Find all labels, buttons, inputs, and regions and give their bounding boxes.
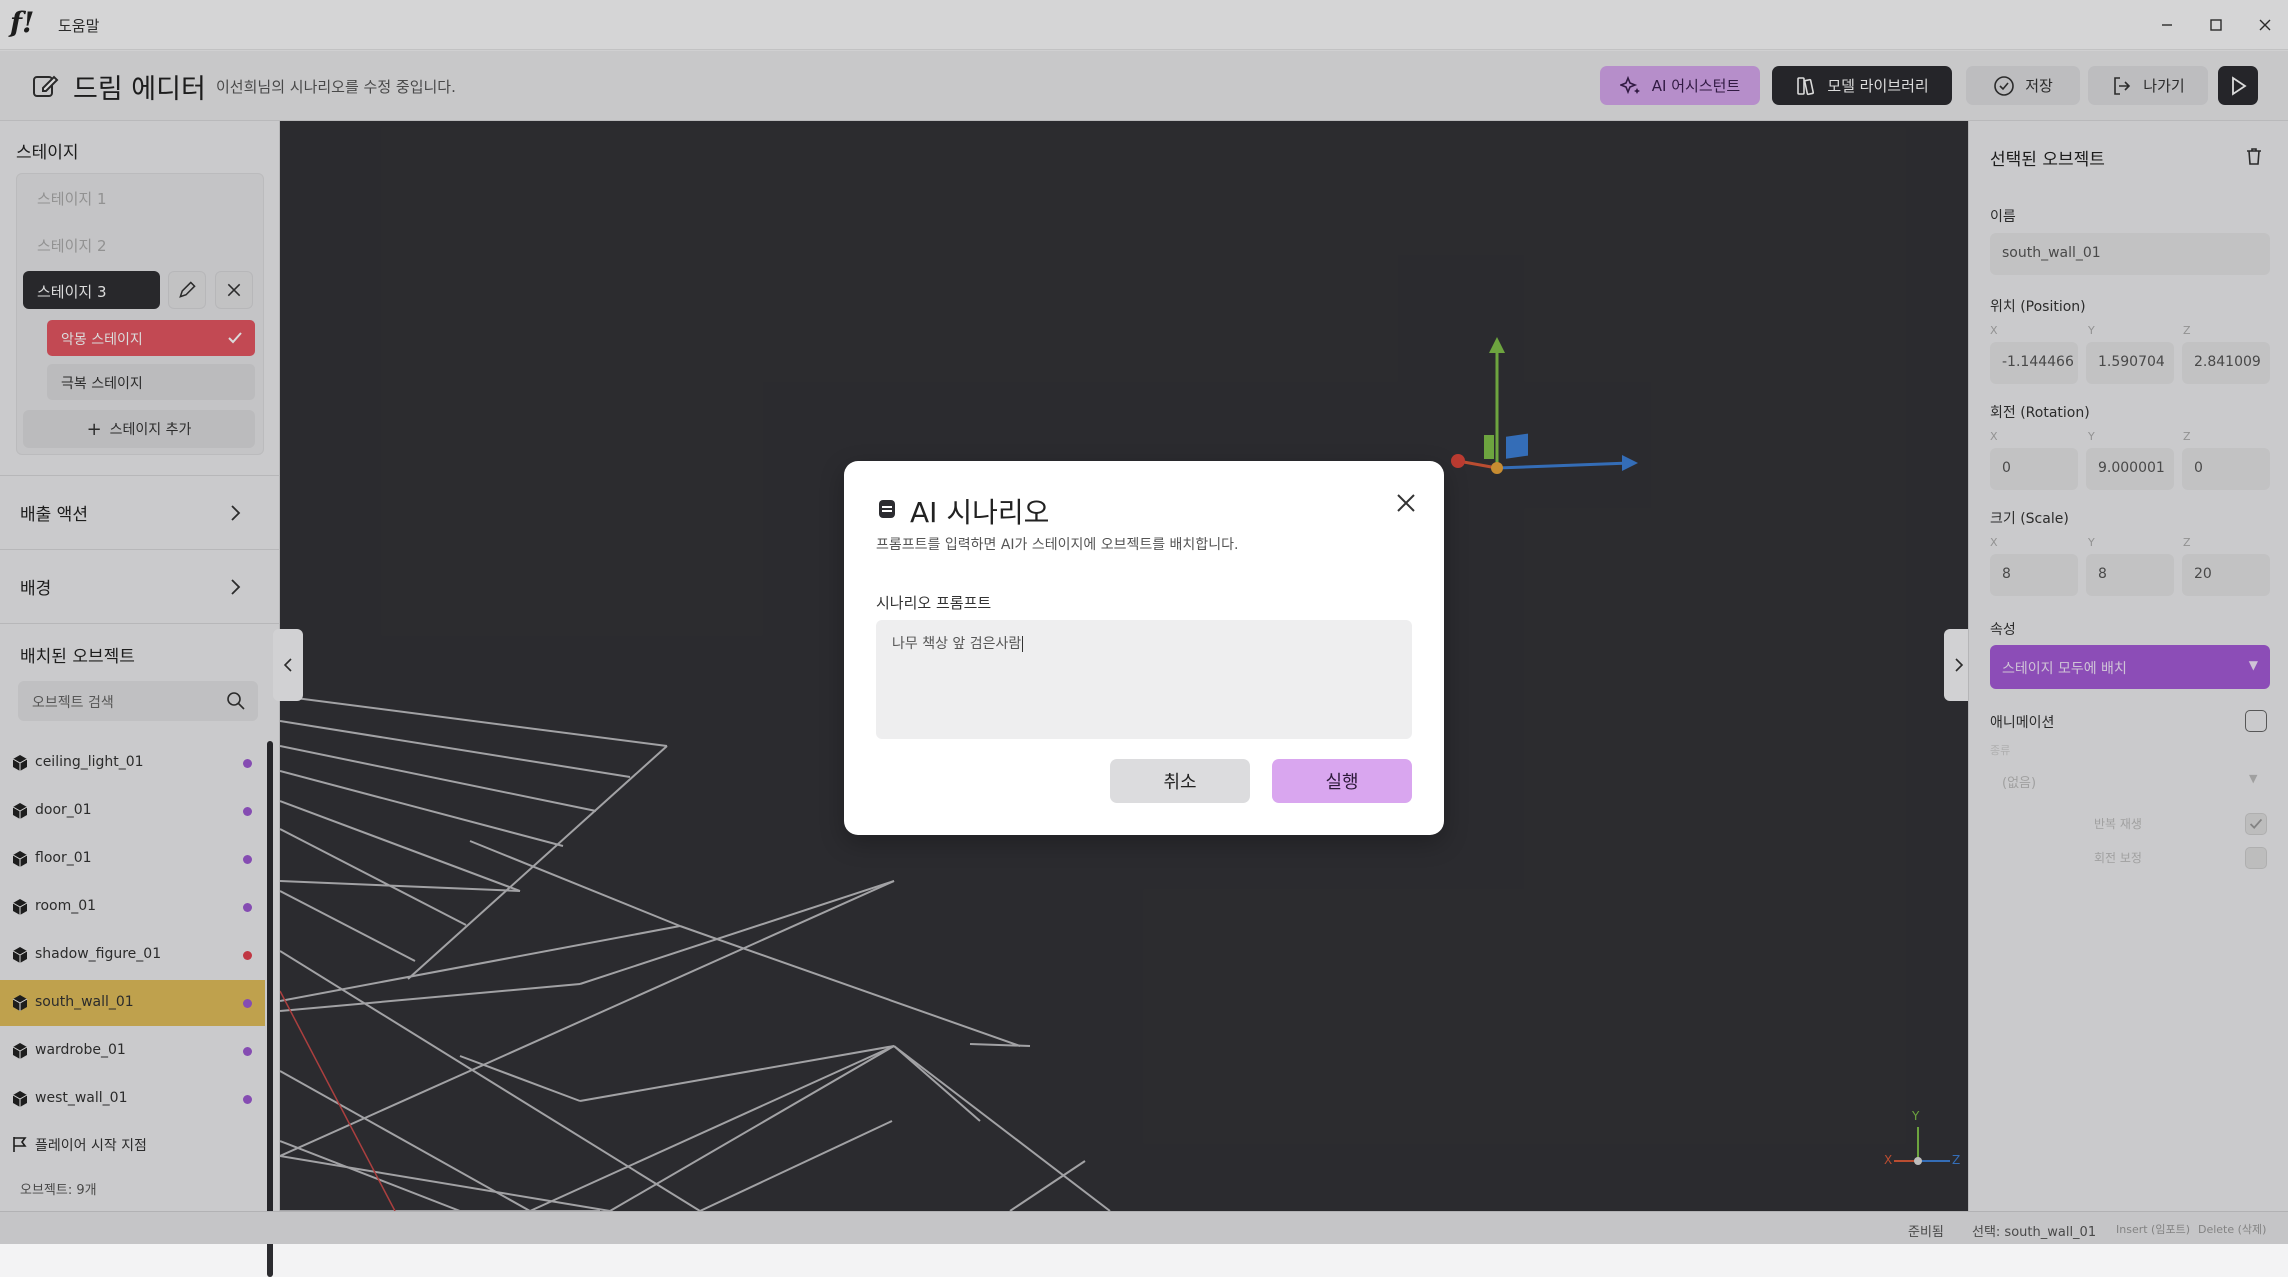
dialog-title: AI 시나리오	[910, 496, 1050, 529]
close-icon[interactable]	[1392, 489, 1420, 517]
run-button[interactable]: 실행	[1272, 759, 1412, 803]
robot-icon	[879, 500, 895, 518]
ai-scenario-dialog: AI 시나리오 프롬프트를 입력하면 AI가 스테이지에 오브젝트를 배치합니다…	[844, 461, 1444, 835]
scenario-prompt-textarea[interactable]: 나무 책상 앞 검은사람	[876, 620, 1412, 739]
cancel-button[interactable]: 취소	[1110, 759, 1250, 803]
text-caret	[1022, 636, 1024, 652]
prompt-label: 시나리오 프롬프트	[876, 594, 992, 612]
prompt-text: 나무 책상 앞 검은사람	[892, 636, 1022, 652]
dialog-description: 프롬프트를 입력하면 AI가 스테이지에 오브젝트를 배치합니다.	[876, 537, 1239, 553]
